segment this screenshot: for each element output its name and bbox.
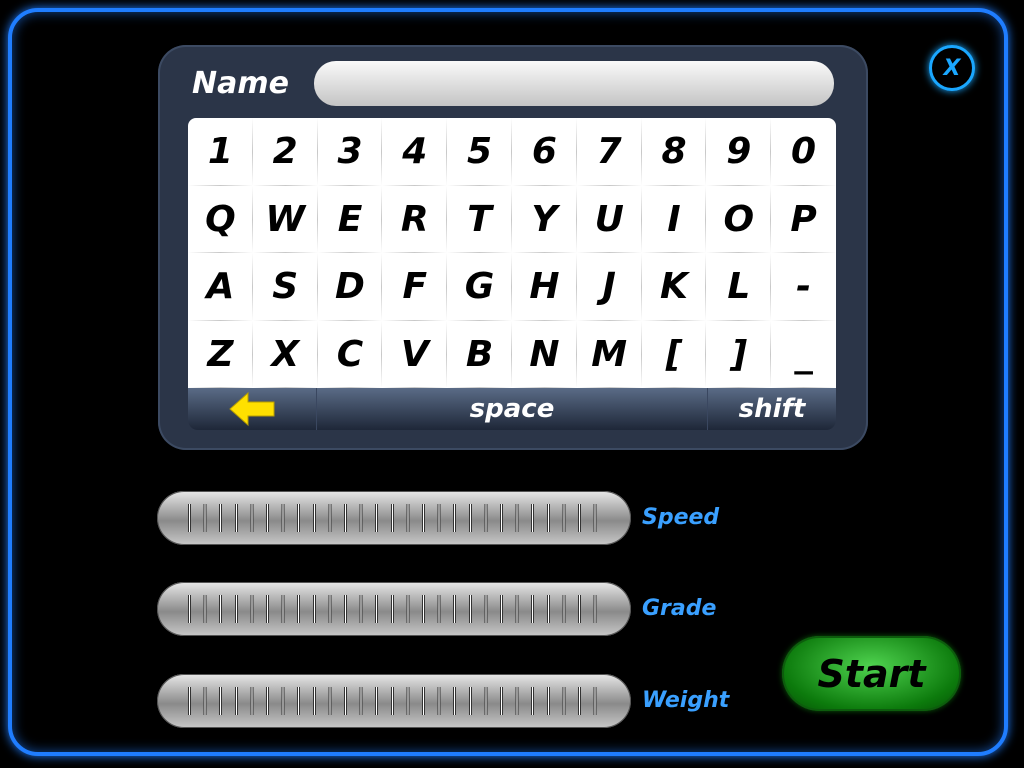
key-2-8[interactable]: L [705, 253, 771, 321]
close-button[interactable]: X [929, 45, 975, 91]
keyboard-row: 1234567890 [188, 118, 836, 186]
key-3-6[interactable]: M [575, 320, 642, 389]
key-0-1[interactable]: 2 [251, 118, 318, 186]
left-arrow-icon [229, 391, 275, 427]
close-icon: X [943, 55, 961, 81]
backspace-key[interactable] [188, 388, 317, 430]
key-0-5[interactable]: 6 [511, 118, 577, 186]
key-0-7[interactable]: 8 [640, 118, 707, 186]
key-0-2[interactable]: 3 [316, 118, 383, 186]
key-2-3[interactable]: F [381, 253, 447, 321]
key-0-9[interactable]: 0 [770, 118, 836, 186]
keyboard-row: Z X C V B N M[] _ [188, 320, 836, 389]
slider-ticks [182, 687, 606, 715]
name-label: Name [192, 66, 289, 101]
key-1-8[interactable]: O [705, 185, 771, 254]
key-2-6[interactable]: J [575, 253, 642, 321]
key-3-1[interactable]: X [251, 320, 318, 389]
key-3-3[interactable]: V [381, 320, 447, 389]
speed-slider[interactable] [157, 491, 631, 545]
key-1-2[interactable]: E [316, 185, 383, 254]
key-1-0[interactable]: Q [188, 186, 253, 254]
key-2-7[interactable]: K [640, 253, 707, 321]
key-2-5[interactable]: H [511, 253, 577, 321]
key-0-6[interactable]: 7 [575, 118, 642, 186]
key-1-4[interactable]: T [446, 185, 512, 254]
key-0-8[interactable]: 9 [705, 118, 771, 186]
key-3-5[interactable]: N [511, 320, 577, 389]
key-1-7[interactable]: I [640, 185, 707, 254]
key-3-8[interactable]: ] [705, 320, 771, 389]
key-3-7[interactable]: [ [640, 320, 707, 389]
key-1-9[interactable]: P [770, 185, 836, 254]
key-2-4[interactable]: G [446, 253, 512, 321]
key-1-5[interactable]: Y [511, 185, 577, 254]
key-2-1[interactable]: S [251, 253, 318, 321]
start-label: Start [817, 651, 926, 696]
key-0-4[interactable]: 5 [446, 118, 512, 186]
key-2-2[interactable]: D [316, 253, 383, 321]
weight-slider[interactable] [157, 674, 631, 728]
speed-label: Speed [642, 505, 720, 530]
space-key[interactable]: space [317, 388, 708, 430]
keyboard-bottom-row: space shift [188, 388, 836, 430]
slider-ticks [182, 595, 606, 623]
key-0-0[interactable]: 1 [188, 118, 253, 186]
keyboard-row: ASDFGHJKL- [188, 253, 836, 321]
key-1-3[interactable]: R [381, 185, 447, 254]
key-1-6[interactable]: U [575, 185, 642, 254]
key-3-9[interactable]: _ [770, 320, 836, 389]
start-button[interactable]: Start [782, 636, 961, 711]
weight-label: Weight [642, 688, 730, 713]
name-input[interactable] [314, 61, 834, 106]
grade-slider[interactable] [157, 582, 631, 636]
shift-key[interactable]: shift [708, 388, 836, 430]
keyboard-row: QWERTYUIOP [188, 185, 836, 254]
grade-label: Grade [642, 596, 717, 621]
on-screen-keyboard: 1 2 3 4 5 6 7 8 9 0 Q W E R T Y U I O P A S D F G H J K L - Z X C V B N M[] _ [188, 118, 836, 388]
key-0-3[interactable]: 4 [381, 118, 447, 186]
key-3-2[interactable]: C [316, 320, 383, 389]
key-2-9[interactable]: - [770, 253, 836, 321]
key-1-1[interactable]: W [251, 185, 318, 254]
key-3-0[interactable]: Z [188, 321, 253, 389]
slider-ticks [182, 504, 606, 532]
key-2-0[interactable]: A [188, 253, 253, 321]
key-3-4[interactable]: B [446, 320, 512, 389]
